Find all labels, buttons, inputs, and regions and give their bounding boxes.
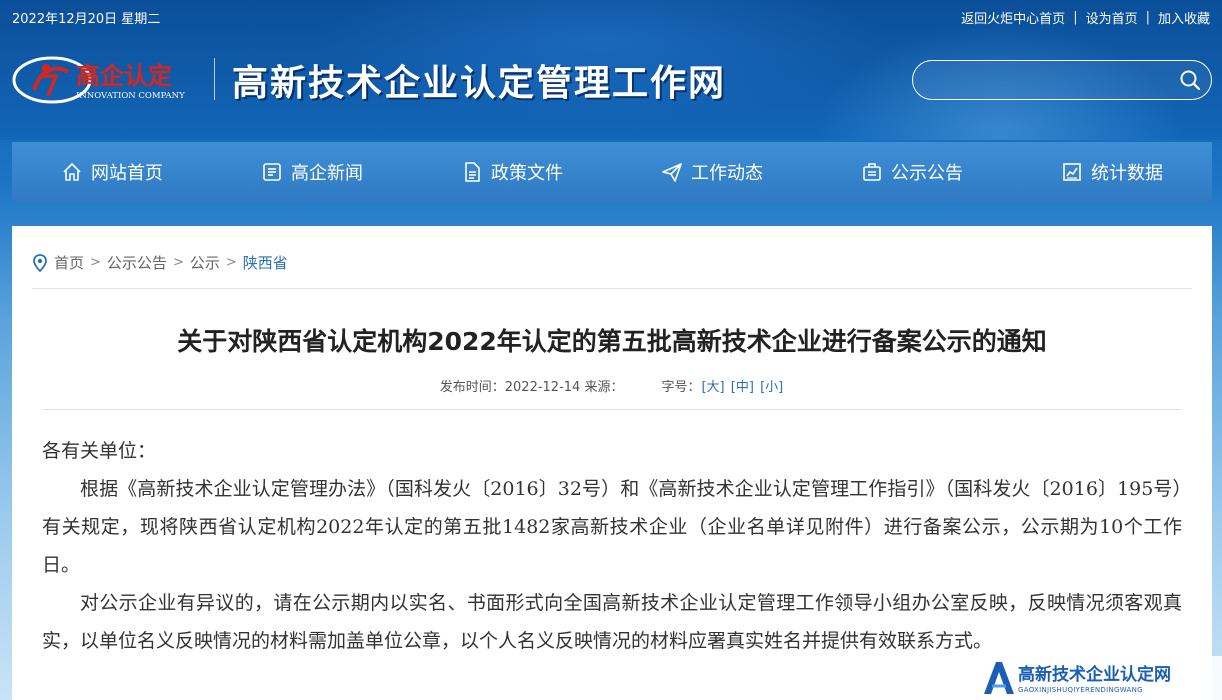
- site-logo[interactable]: 高企认定 INNOVATION COMPANY: [12, 50, 202, 106]
- logo-divider: [214, 58, 215, 100]
- article-body: 各有关单位： 根据《高新技术企业认定管理办法》（国科发火〔2016〕32号）和《…: [42, 432, 1182, 660]
- nav-item-home[interactable]: 网站首页: [12, 142, 212, 202]
- current-date: 2022年12月20日 星期二: [12, 12, 161, 27]
- nav-item-policy[interactable]: 政策文件: [412, 142, 612, 202]
- nav-label: 统计数据: [1091, 163, 1163, 184]
- font-size-large[interactable]: [大]: [701, 380, 724, 395]
- send-icon: [662, 163, 682, 182]
- link-separator: |: [1073, 10, 1078, 25]
- nav-item-work-news[interactable]: 工作动态: [612, 142, 812, 202]
- nav-label: 工作动态: [691, 163, 763, 184]
- location-pin-icon: [33, 253, 47, 272]
- nav-label: 政策文件: [491, 163, 563, 184]
- nav-item-news[interactable]: 高企新闻: [212, 142, 412, 202]
- nav-label: 高企新闻: [291, 163, 363, 184]
- nav-item-statistics[interactable]: 统计数据: [1012, 142, 1212, 202]
- logo-en-text: INNOVATION COMPANY: [76, 91, 185, 101]
- search-icon[interactable]: [1179, 69, 1201, 91]
- watermark-logo-icon: [984, 662, 1014, 694]
- document-icon: [465, 162, 480, 182]
- watermark-title: 高新技术企业认定网: [1018, 665, 1171, 685]
- font-size-medium[interactable]: [中]: [731, 380, 754, 395]
- main-nav: 网站首页 高企新闻 政策文件 工作动态 公示公告 统计数据: [12, 142, 1212, 202]
- home-icon: [63, 163, 81, 181]
- logo-cn-text: 高企认定: [76, 62, 172, 90]
- nav-item-notice[interactable]: 公示公告: [812, 142, 1012, 202]
- notice-icon: [863, 163, 881, 181]
- logo-emblem-icon: 高企认定 INNOVATION COMPANY: [12, 56, 185, 104]
- article-meta: 发布时间：2022-12-14 来源： 字号：[大] [中] [小]: [12, 376, 1212, 395]
- watermark: 高新技术企业认定网 GAOXINJISHUQIYERENDINGWANG: [978, 656, 1222, 700]
- link-back-home[interactable]: 返回火炬中心首页: [961, 8, 1065, 27]
- article-paragraph: 对公示企业有异议的，请在公示期内以实名、书面形式向全国高新技术企业认定管理工作领…: [42, 592, 1182, 652]
- content-panel: 首页 > 公示公告 > 公示 > 陕西省 关于对陕西省认定机构2022年认定的第…: [12, 226, 1212, 700]
- breadcrumb-home[interactable]: 首页: [54, 252, 84, 273]
- breadcrumb: 首页 > 公示公告 > 公示 > 陕西省: [32, 252, 288, 273]
- search-box: [912, 60, 1212, 100]
- breadcrumb-publicity[interactable]: 公示: [190, 252, 220, 273]
- breadcrumb-shaanxi[interactable]: 陕西省: [243, 252, 288, 273]
- article-title: 关于对陕西省认定机构2022年认定的第五批高新技术企业进行备案公示的通知: [177, 327, 1047, 356]
- site-title: 高新技术企业认定管理工作网: [232, 62, 727, 104]
- nav-label: 公示公告: [891, 163, 963, 184]
- chart-icon: [1063, 163, 1081, 181]
- top-links: 返回火炬中心首页 | 设为首页 | 加入收藏: [961, 8, 1210, 27]
- font-size-small[interactable]: [小]: [760, 380, 783, 395]
- nav-label: 网站首页: [91, 163, 163, 184]
- watermark-subtitle: GAOXINJISHUQIYERENDINGWANG: [1018, 686, 1143, 694]
- divider: [32, 288, 1192, 289]
- publish-date: 发布时间：2022-12-14 来源：: [439, 380, 624, 395]
- news-icon: [263, 163, 281, 181]
- header: 2022年12月20日 星期二 返回火炬中心首页 | 设为首页 | 加入收藏 高…: [0, 0, 1222, 140]
- search-input[interactable]: [929, 69, 1169, 91]
- link-set-homepage[interactable]: 设为首页: [1086, 8, 1138, 27]
- link-add-favorite[interactable]: 加入收藏: [1158, 8, 1210, 27]
- article-paragraph: 各有关单位：: [42, 440, 157, 462]
- divider: [42, 409, 1182, 410]
- link-separator: |: [1145, 10, 1150, 25]
- breadcrumb-separator: >: [225, 255, 237, 270]
- font-size-label: 字号：: [661, 380, 701, 395]
- article-paragraph: 根据《高新技术企业认定管理办法》（国科发火〔2016〕32号）和《高新技术企业认…: [42, 478, 1182, 576]
- breadcrumb-separator: >: [172, 255, 184, 270]
- breadcrumb-separator: >: [90, 255, 101, 270]
- breadcrumb-notice[interactable]: 公示公告: [107, 252, 167, 273]
